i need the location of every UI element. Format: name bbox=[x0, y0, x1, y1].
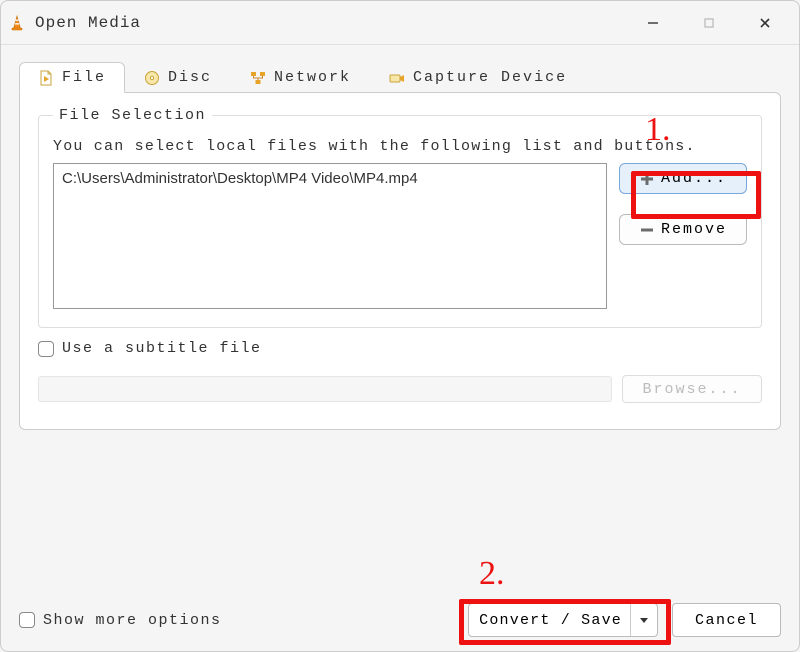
convert-save-label: Convert / Save bbox=[479, 612, 622, 629]
footer-row: Show more options Convert / Save Cancel bbox=[19, 603, 781, 637]
tab-capture[interactable]: Capture Device bbox=[370, 62, 586, 93]
subtitle-checkbox-label: Use a subtitle file bbox=[62, 340, 262, 357]
tab-network-label: Network bbox=[274, 69, 351, 86]
plus-icon bbox=[639, 171, 655, 187]
content-area: File Disc Network Capture Device bbox=[1, 45, 799, 651]
open-media-window: Open Media File bbox=[0, 0, 800, 652]
tabstrip: File Disc Network Capture Device bbox=[19, 59, 781, 93]
file-list[interactable]: C:\Users\Administrator\Desktop\MP4 Video… bbox=[53, 163, 607, 309]
file-selection-hint: You can select local files with the foll… bbox=[53, 138, 747, 155]
more-options-checkbox[interactable] bbox=[19, 612, 35, 628]
file-selection-legend: File Selection bbox=[53, 107, 212, 124]
browse-button-label: Browse... bbox=[642, 381, 741, 398]
cancel-button[interactable]: Cancel bbox=[672, 603, 781, 637]
network-icon bbox=[250, 70, 266, 86]
subtitle-checkbox-row[interactable]: Use a subtitle file bbox=[38, 340, 762, 357]
file-list-item[interactable]: C:\Users\Administrator\Desktop\MP4 Video… bbox=[62, 170, 598, 187]
cancel-button-label: Cancel bbox=[695, 612, 758, 629]
tab-panel-file: File Selection You can select local file… bbox=[19, 92, 781, 430]
titlebar: Open Media bbox=[1, 1, 799, 45]
vlc-cone-icon bbox=[9, 15, 25, 31]
minimize-button[interactable] bbox=[643, 13, 663, 33]
minus-icon bbox=[639, 222, 655, 238]
tab-disc-label: Disc bbox=[168, 69, 212, 86]
remove-button[interactable]: Remove bbox=[619, 214, 747, 245]
tab-file[interactable]: File bbox=[19, 62, 125, 93]
tab-network[interactable]: Network bbox=[231, 62, 370, 93]
tab-capture-label: Capture Device bbox=[413, 69, 567, 86]
file-icon bbox=[38, 70, 54, 86]
window-title: Open Media bbox=[35, 14, 141, 32]
maximize-button[interactable] bbox=[699, 13, 719, 33]
add-button-label: Add... bbox=[661, 170, 727, 187]
browse-button: Browse... bbox=[622, 375, 762, 403]
subtitle-checkbox[interactable] bbox=[38, 341, 54, 357]
chevron-down-icon bbox=[639, 615, 649, 625]
subtitle-path-input bbox=[38, 376, 612, 402]
convert-save-dropdown[interactable] bbox=[630, 604, 657, 636]
file-selection-group: File Selection You can select local file… bbox=[38, 107, 762, 328]
window-controls bbox=[643, 13, 775, 33]
close-button[interactable] bbox=[755, 13, 775, 33]
capture-icon bbox=[389, 70, 405, 86]
tab-disc[interactable]: Disc bbox=[125, 62, 231, 93]
tab-file-label: File bbox=[62, 69, 106, 86]
convert-save-button[interactable]: Convert / Save bbox=[468, 603, 658, 637]
more-options-label: Show more options bbox=[43, 612, 222, 629]
remove-button-label: Remove bbox=[661, 221, 727, 238]
add-button[interactable]: Add... bbox=[619, 163, 747, 194]
disc-icon bbox=[144, 70, 160, 86]
